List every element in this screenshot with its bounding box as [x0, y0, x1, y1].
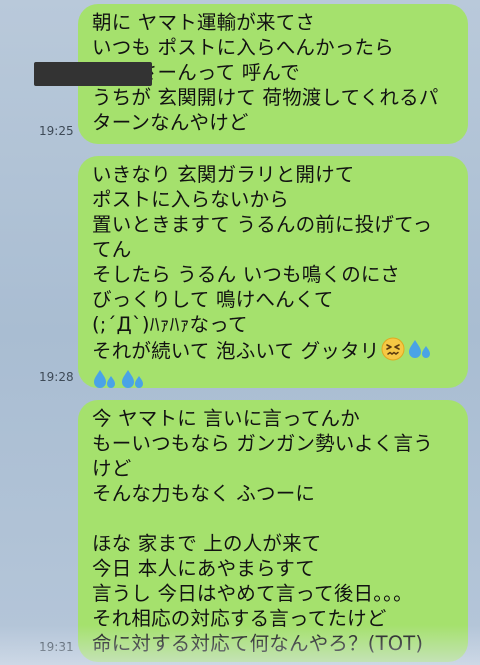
- message-line-blank: [92, 506, 460, 531]
- message-line: 言うし 今日はやめて言って後日。。。: [92, 582, 413, 605]
- message-line: 今 ヤマトに 言いに言ってんか: [92, 407, 360, 430]
- message-line: 今日 本人にあやまらすて: [92, 557, 315, 580]
- message-line: 命に対する対応て何なんやろ？(TOT): [92, 632, 424, 655]
- message-line: もーいつもなら ガンガン勢いよく言う: [92, 432, 433, 455]
- message-line: ポストに入らないから: [92, 188, 290, 211]
- message-line: (;´Д`)ﾊｧﾊｧなって: [92, 313, 248, 336]
- message-line: けど: [92, 457, 132, 480]
- message-line: びっくりして 鳴けへんくて: [92, 288, 334, 311]
- sweat-droplets-emoji: [407, 337, 433, 367]
- message-line: ターンなんやけど: [92, 111, 249, 134]
- message-line: いつも ポストに入らへんかったら: [92, 36, 394, 59]
- chat-area: 朝に ヤマト運輸が来てさ いつも ポストに入らへんかったら さーんって 呼んで …: [0, 0, 480, 665]
- message-line-with-emoji: それが続いて 泡ふいて グッタリ: [92, 337, 460, 367]
- message-line: いきなり 玄関ガラリと開けて: [92, 163, 355, 186]
- message-line: 置いときますて うるんの前に投げてっ: [92, 213, 433, 236]
- message-line: そしたら うるん いつも鳴くのにさ: [92, 263, 400, 286]
- message-line: 朝に ヤマト運輸が来てさ: [92, 11, 316, 34]
- message-timestamp: 19:31: [39, 640, 74, 654]
- message-line: てん: [92, 238, 132, 261]
- message-line: ほな 家まで 上の人が来て: [92, 532, 322, 555]
- message-timestamp: 19:28: [39, 370, 74, 384]
- persevering-face-emoji: [381, 337, 405, 367]
- message-line: それが続いて 泡ふいて グッタリ: [92, 339, 380, 363]
- sweat-droplets-emoji: [120, 367, 146, 397]
- message-timestamp: 19:25: [39, 124, 74, 138]
- message-bubble[interactable]: いきなり 玄関ガラリと開けて ポストに入らないから 置いときますて うるんの前に…: [78, 156, 468, 388]
- emoji-line: [92, 367, 460, 397]
- message-line: うちが 玄関開けて 荷物渡してくれるパ: [92, 86, 439, 109]
- message-line: そんな力もなく ふつーに: [92, 482, 316, 505]
- sweat-droplets-emoji: [92, 367, 118, 397]
- message-bubble[interactable]: 今 ヤマトに 言いに言ってんか もーいつもなら ガンガン勢いよく言う けど そん…: [78, 400, 468, 662]
- redacted-name: [34, 62, 152, 86]
- message-line: それ相応の対応する言ってたけど: [92, 607, 387, 630]
